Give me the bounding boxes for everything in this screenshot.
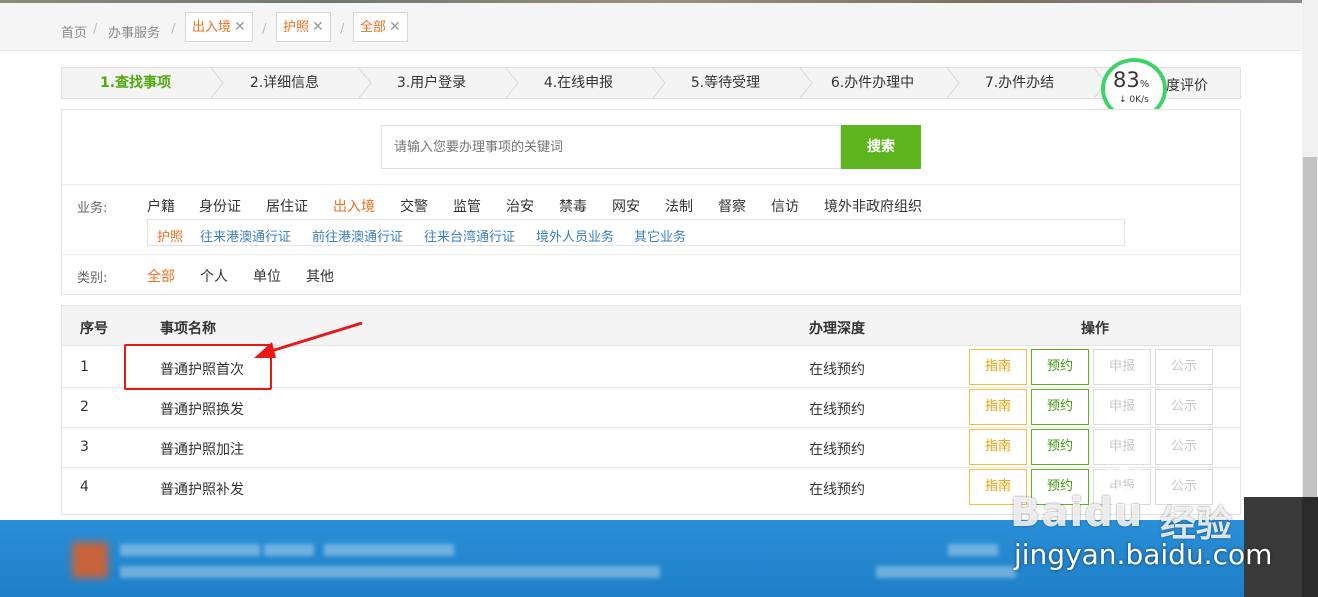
- step-find-item: 1.查找事项: [99, 75, 172, 91]
- category-item-personal[interactable]: 个人: [200, 266, 228, 286]
- header-depth: 办理深度: [809, 321, 865, 337]
- step-detail-info: 2.详细信息: [249, 75, 320, 91]
- close-icon[interactable]: ✕: [234, 19, 246, 35]
- close-icon[interactable]: ✕: [389, 19, 401, 35]
- sub-item-foreigner-business[interactable]: 境外人员业务: [536, 226, 614, 245]
- business-item-hukou[interactable]: 户籍: [147, 196, 175, 216]
- annotation-arrow-icon: [254, 321, 363, 358]
- step-completed: 7.办件办结: [984, 75, 1055, 91]
- apply-button[interactable]: 申报: [1093, 349, 1151, 385]
- breadcrumb-tag-label: 护照: [283, 20, 310, 35]
- breadcrumb-tag-label: 全部: [360, 20, 387, 35]
- step-processing: 6.办件办理中: [830, 75, 915, 91]
- close-icon[interactable]: ✕: [312, 19, 324, 35]
- row-divider: [62, 427, 1240, 428]
- breadcrumb-separator: /: [340, 22, 345, 37]
- watermark-brand: Baidu: [1010, 490, 1144, 536]
- breadcrumb-service[interactable]: 办事服务: [108, 22, 160, 41]
- header-index: 序号: [80, 321, 108, 337]
- business-item-petition[interactable]: 信访: [771, 196, 799, 216]
- apply-button[interactable]: 申报: [1093, 389, 1151, 425]
- breadcrumb-separator: /: [93, 22, 98, 37]
- row-depth: 在线预约: [809, 442, 865, 458]
- guide-button[interactable]: 指南: [969, 349, 1027, 385]
- public-button[interactable]: 公示: [1155, 429, 1213, 465]
- breadcrumb-home[interactable]: 首页: [61, 22, 87, 41]
- watermark-backdrop: [1302, 497, 1318, 597]
- row-depth: 在线预约: [809, 402, 865, 418]
- row-item-name[interactable]: 普通护照换发: [160, 399, 244, 419]
- step-online-apply: 4.在线申报: [543, 75, 614, 91]
- watermark-url: jingyan.baidu.com: [1014, 538, 1273, 571]
- public-button[interactable]: 公示: [1155, 349, 1213, 385]
- breadcrumb-tag-label: 出入境: [192, 20, 232, 35]
- business-filter-label: 业务:: [77, 201, 108, 216]
- guide-button[interactable]: 指南: [969, 389, 1027, 425]
- footer-logo: [72, 542, 108, 578]
- business-item-cyber[interactable]: 网安: [612, 196, 640, 216]
- search-button[interactable]: 搜索: [841, 125, 921, 169]
- sub-item-taiwan-permit[interactable]: 往来台湾通行证: [424, 226, 515, 245]
- sub-item-passport[interactable]: 护照: [157, 226, 183, 245]
- row-index: 3: [80, 439, 89, 455]
- footer-blurred-text: [264, 544, 314, 556]
- row-depth: 在线预约: [809, 362, 865, 378]
- scrollbar-thumb[interactable]: [1303, 157, 1317, 520]
- public-button[interactable]: 公示: [1155, 389, 1213, 425]
- business-item-exit-entry[interactable]: 出入境: [333, 196, 375, 216]
- progress-steps: 1.查找事项 2.详细信息 3.用户登录 4.在线申报 5.等待受理 6.办件办…: [61, 67, 1241, 99]
- footer-blurred-text: [324, 544, 454, 556]
- guide-button[interactable]: 指南: [969, 429, 1027, 465]
- row-depth: 在线预约: [809, 482, 865, 498]
- business-item-supervision[interactable]: 监管: [453, 196, 481, 216]
- breadcrumb-tag-passport[interactable]: 护照 ✕: [276, 12, 331, 42]
- business-item-residence[interactable]: 居住证: [266, 196, 308, 216]
- category-item-all[interactable]: 全部: [147, 266, 175, 286]
- sub-item-hk-macau-permit[interactable]: 往来港澳通行证: [200, 226, 291, 245]
- business-item-foreign-ngo[interactable]: 境外非政府组织: [824, 196, 922, 216]
- business-item-anti-drug[interactable]: 禁毒: [559, 196, 587, 216]
- breadcrumb-tag-exit-entry[interactable]: 出入境 ✕: [185, 12, 253, 42]
- business-item-inspection[interactable]: 督察: [718, 196, 746, 216]
- sub-item-other-business[interactable]: 其它业务: [634, 226, 686, 245]
- step-wait-accept: 5.等待受理: [690, 75, 761, 91]
- business-item-security[interactable]: 治安: [506, 196, 534, 216]
- category-item-other[interactable]: 其他: [306, 266, 334, 286]
- header-item-name: 事项名称: [160, 321, 216, 337]
- row-divider: [62, 467, 1240, 468]
- arrow-down-icon: ↓: [1119, 95, 1127, 105]
- breadcrumb-separator: /: [171, 22, 176, 37]
- row-index: 2: [80, 399, 89, 415]
- business-item-id-card[interactable]: 身份证: [199, 196, 241, 216]
- footer-blurred-text: [120, 544, 260, 556]
- category-item-unit[interactable]: 单位: [253, 266, 281, 286]
- footer-blurred-text: [120, 566, 660, 578]
- breadcrumb-tag-all[interactable]: 全部 ✕: [353, 12, 408, 42]
- book-button[interactable]: 预约: [1031, 349, 1089, 385]
- search-input[interactable]: [381, 125, 841, 169]
- category-filter-label: 类别:: [77, 271, 108, 286]
- step-evaluation: 度评价: [1166, 78, 1208, 94]
- sub-item-to-hk-macau-permit[interactable]: 前往港澳通行证: [312, 226, 403, 245]
- row-item-name[interactable]: 普通护照补发: [160, 479, 244, 499]
- business-item-traffic[interactable]: 交警: [400, 196, 428, 216]
- divider: [62, 254, 1240, 255]
- divider: [62, 184, 1240, 185]
- breadcrumb-separator: /: [262, 22, 267, 37]
- business-item-legal[interactable]: 法制: [665, 196, 693, 216]
- table-header: [62, 306, 1240, 346]
- footer-blurred-text: [948, 544, 998, 556]
- row-index: 4: [80, 479, 89, 495]
- book-button[interactable]: 预约: [1031, 389, 1089, 425]
- apply-button[interactable]: 申报: [1093, 429, 1151, 465]
- row-index: 1: [80, 359, 89, 375]
- book-button[interactable]: 预约: [1031, 429, 1089, 465]
- speed-percent: 83%: [1113, 68, 1150, 92]
- row-item-name[interactable]: 普通护照加注: [160, 439, 244, 459]
- footer-blurred-text: [876, 566, 1016, 578]
- breadcrumb: 首页 / 办事服务 / 出入境 ✕ / 护照 ✕ / 全部 ✕: [0, 3, 1302, 51]
- step-user-login: 3.用户登录: [396, 75, 467, 91]
- header-operations: 操作: [1081, 321, 1109, 337]
- speed-rate: ↓ 0K/s: [1119, 95, 1149, 105]
